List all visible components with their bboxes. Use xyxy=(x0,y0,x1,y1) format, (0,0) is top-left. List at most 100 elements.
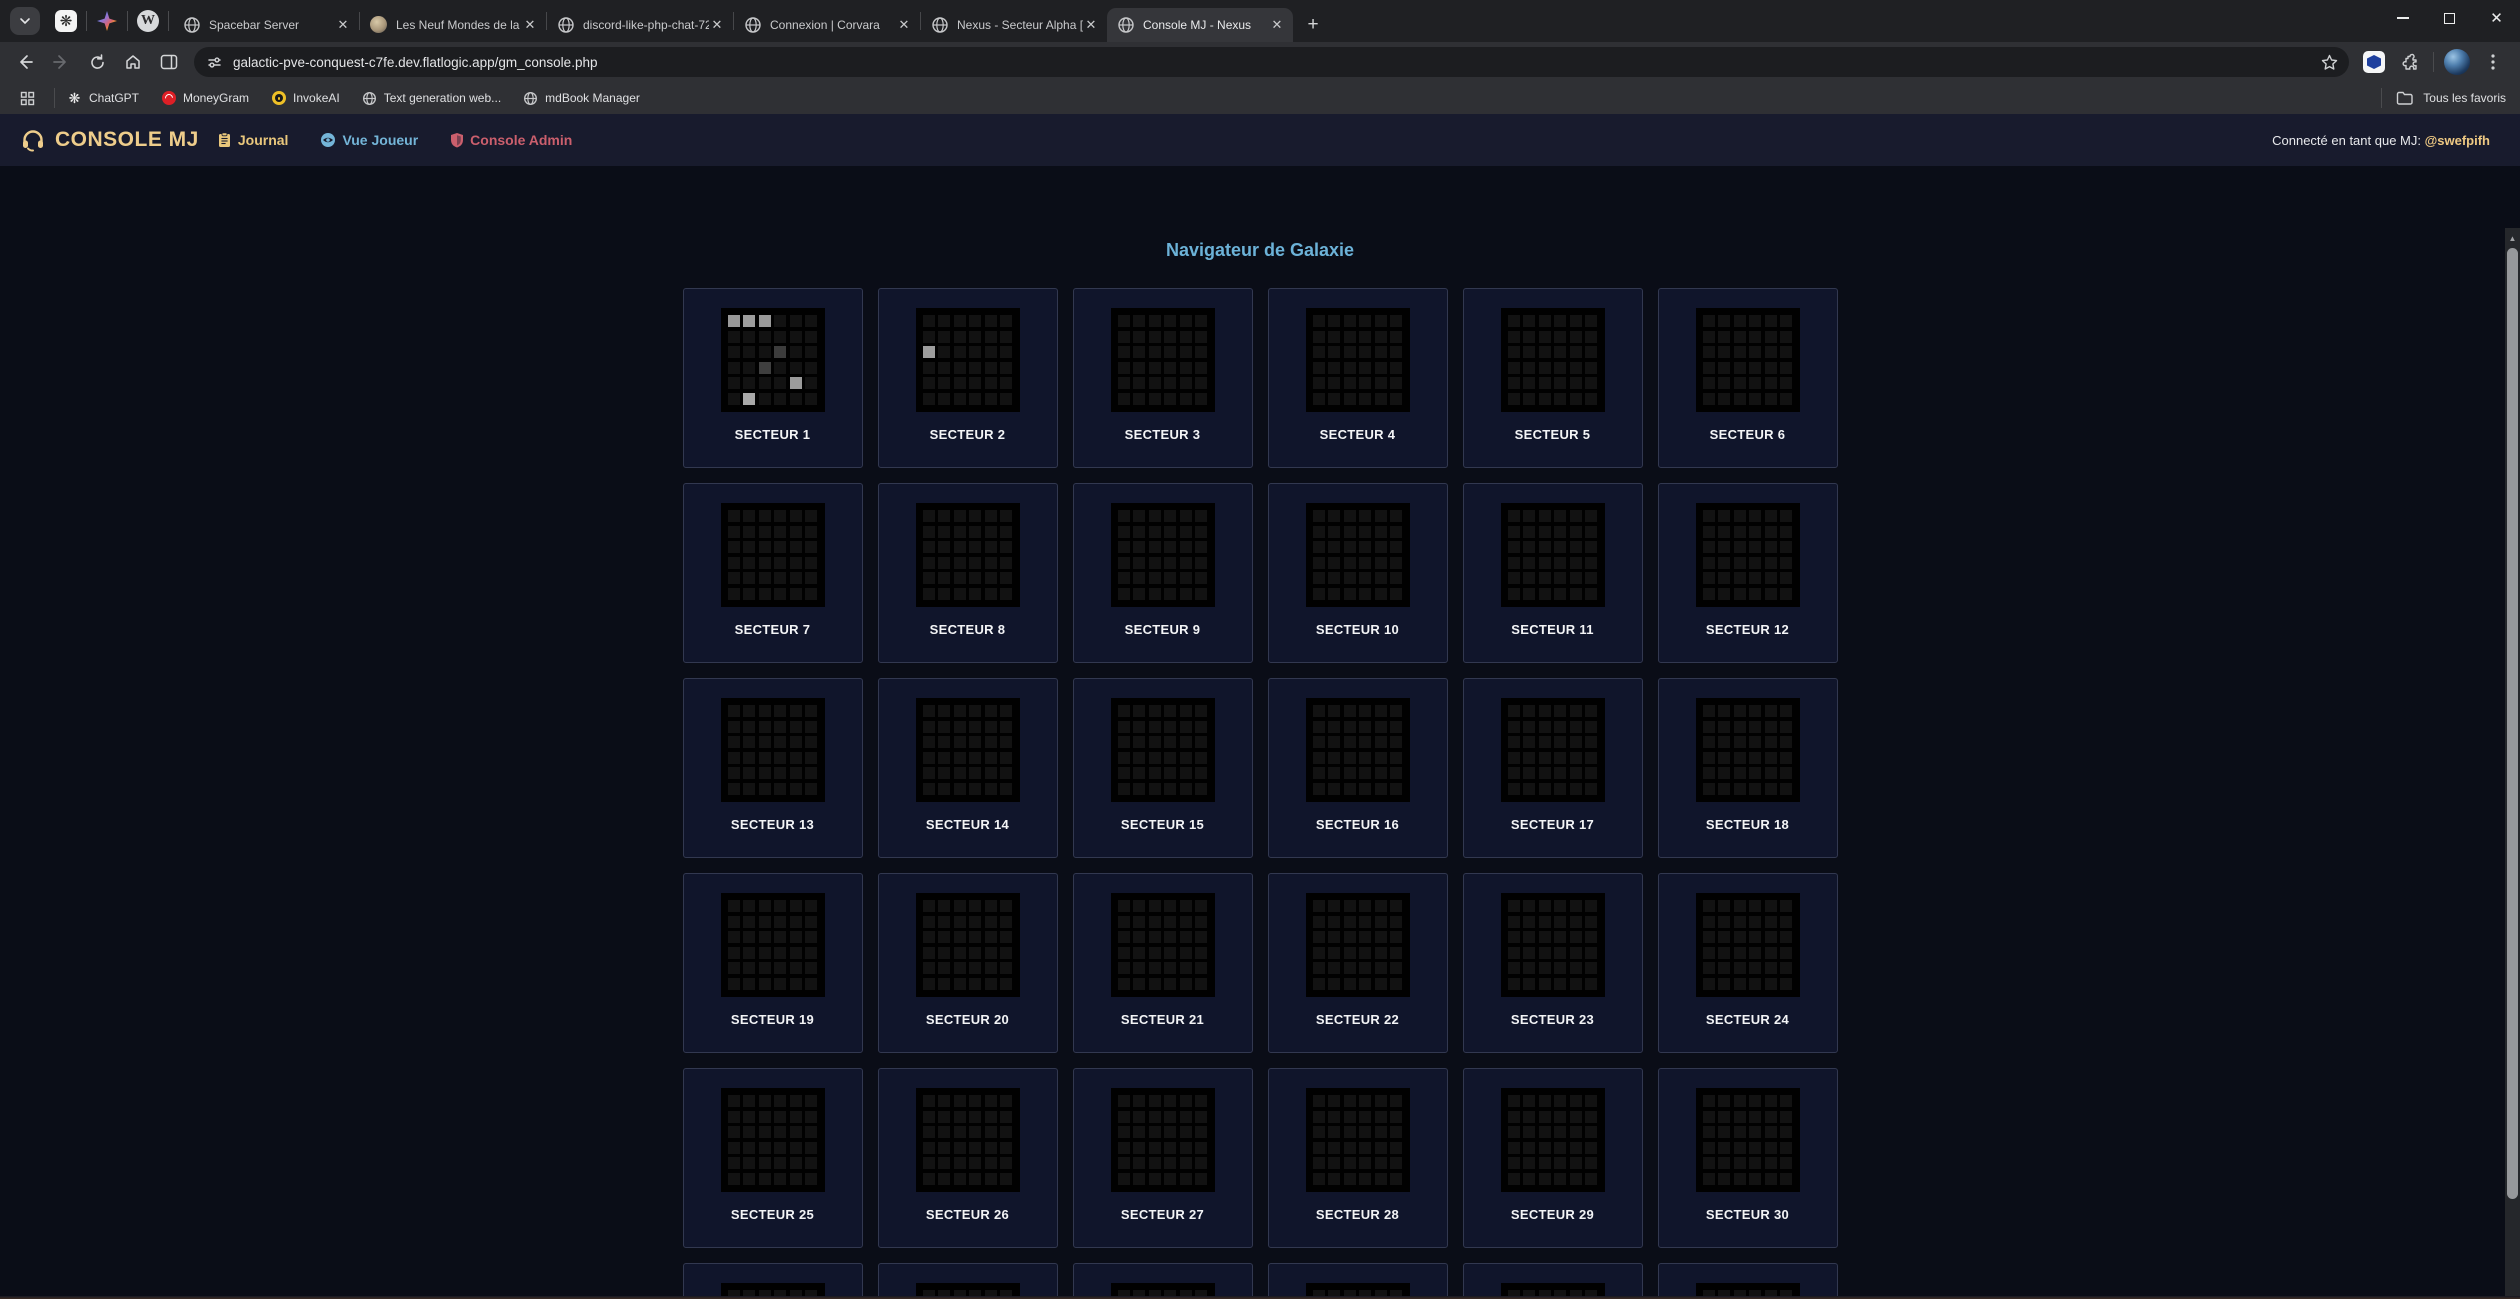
sector-card-24[interactable]: SECTEUR 24 xyxy=(1658,873,1838,1053)
sector-cell xyxy=(743,721,755,733)
sector-card-31[interactable]: SECTEUR 31 xyxy=(683,1263,863,1299)
all-bookmarks-button[interactable]: Tous les favoris xyxy=(2377,88,2506,108)
apps-shortcut-button[interactable] xyxy=(14,85,40,111)
pinned-tab-gemini[interactable] xyxy=(91,5,123,37)
tab-close-button[interactable]: ✕ xyxy=(1269,17,1285,33)
nav-item-vue-joueur[interactable]: Vue Joueur xyxy=(320,132,418,148)
bookmark-item[interactable]: mdBook Manager xyxy=(523,91,640,106)
sector-cell xyxy=(938,541,950,553)
sector-card-3[interactable]: SECTEUR 3 xyxy=(1073,288,1253,468)
sector-card-5[interactable]: SECTEUR 5 xyxy=(1463,288,1643,468)
sector-card-4[interactable]: SECTEUR 4 xyxy=(1268,288,1448,468)
sector-card-1[interactable]: SECTEUR 1 xyxy=(683,288,863,468)
browser-tab[interactable]: Spacebar Server ✕ xyxy=(173,8,359,42)
back-button[interactable] xyxy=(8,45,42,79)
side-panel-button[interactable] xyxy=(152,45,186,79)
bookmark-item[interactable]: InvokeAI xyxy=(271,91,340,106)
sector-cell xyxy=(805,362,817,374)
minimize-button[interactable] xyxy=(2379,0,2426,36)
tab-close-button[interactable]: ✕ xyxy=(709,17,725,33)
scrollbar-up-arrow[interactable]: ▲ xyxy=(2505,230,2520,246)
sector-card-26[interactable]: SECTEUR 26 xyxy=(878,1068,1058,1248)
sector-cell xyxy=(1313,393,1325,405)
sector-card-28[interactable]: SECTEUR 28 xyxy=(1268,1068,1448,1248)
sector-card-2[interactable]: SECTEUR 2 xyxy=(878,288,1058,468)
browser-tab[interactable]: Nexus - Secteur Alpha [G1] ✕ xyxy=(921,8,1107,42)
sector-cell xyxy=(1328,362,1340,374)
sector-card-20[interactable]: SECTEUR 20 xyxy=(878,873,1058,1053)
nav-item-journal[interactable]: Journal xyxy=(217,132,289,148)
sector-cell xyxy=(1570,588,1582,600)
bookmark-item[interactable]: Text generation web... xyxy=(362,91,501,106)
nav-item-console-admin[interactable]: Console Admin xyxy=(450,132,572,148)
forward-button[interactable] xyxy=(44,45,78,79)
sector-card-23[interactable]: SECTEUR 23 xyxy=(1463,873,1643,1053)
sector-card-11[interactable]: SECTEUR 11 xyxy=(1463,483,1643,663)
browser-tab[interactable]: Les Neuf Mondes de la Mythol... ✕ xyxy=(360,8,546,42)
sector-card-17[interactable]: SECTEUR 17 xyxy=(1463,678,1643,858)
sector-card-16[interactable]: SECTEUR 16 xyxy=(1268,678,1448,858)
sector-card-10[interactable]: SECTEUR 10 xyxy=(1268,483,1448,663)
scrollbar-thumb[interactable] xyxy=(2507,248,2518,1199)
sector-card-30[interactable]: SECTEUR 30 xyxy=(1658,1068,1838,1248)
sector-card-22[interactable]: SECTEUR 22 xyxy=(1268,873,1448,1053)
sector-cell xyxy=(1328,767,1340,779)
new-tab-button[interactable]: + xyxy=(1299,11,1327,39)
sector-card-18[interactable]: SECTEUR 18 xyxy=(1658,678,1838,858)
tab-close-button[interactable]: ✕ xyxy=(522,17,538,33)
sector-cell xyxy=(1554,767,1566,779)
sector-card-36[interactable]: SECTEUR 36 xyxy=(1658,1263,1838,1299)
pinned-tab-wordpress[interactable]: W xyxy=(132,5,164,37)
sector-card-9[interactable]: SECTEUR 9 xyxy=(1073,483,1253,663)
sector-card-8[interactable]: SECTEUR 8 xyxy=(878,483,1058,663)
reload-button[interactable] xyxy=(80,45,114,79)
sector-card-27[interactable]: SECTEUR 27 xyxy=(1073,1068,1253,1248)
sector-cell xyxy=(1554,541,1566,553)
sector-cell xyxy=(1164,362,1176,374)
profile-avatar[interactable] xyxy=(2444,49,2470,75)
browser-tab[interactable]: Connexion | Corvara ✕ xyxy=(734,8,920,42)
bookmark-star-icon[interactable] xyxy=(2320,53,2339,72)
maximize-button[interactable] xyxy=(2426,0,2473,36)
sector-card-32[interactable]: SECTEUR 32 xyxy=(878,1263,1058,1299)
pinned-tab-chatgpt[interactable]: ❋ xyxy=(50,5,82,37)
sector-card-21[interactable]: SECTEUR 21 xyxy=(1073,873,1253,1053)
address-bar[interactable]: galactic-pve-conquest-c7fe.dev.flatlogic… xyxy=(194,47,2349,77)
sector-cell xyxy=(1508,736,1520,748)
sector-card-19[interactable]: SECTEUR 19 xyxy=(683,873,863,1053)
sector-cell xyxy=(969,705,981,717)
close-window-button[interactable]: ✕ xyxy=(2473,0,2520,36)
sector-card-34[interactable]: SECTEUR 34 xyxy=(1268,1263,1448,1299)
sector-card-14[interactable]: SECTEUR 14 xyxy=(878,678,1058,858)
sector-cell xyxy=(774,393,786,405)
tab-close-button[interactable]: ✕ xyxy=(335,17,351,33)
home-button[interactable] xyxy=(116,45,150,79)
sector-cell xyxy=(985,377,997,389)
bookmark-item[interactable]: ❋ ChatGPT xyxy=(67,91,139,106)
sector-cell xyxy=(1149,767,1161,779)
bookmark-item[interactable]: MoneyGram xyxy=(161,91,249,106)
page-scrollbar[interactable]: ▲ ▼ xyxy=(2505,228,2520,1299)
browser-menu-button[interactable] xyxy=(2476,45,2510,79)
tab-close-button[interactable]: ✕ xyxy=(1083,17,1099,33)
sector-card-6[interactable]: SECTEUR 6 xyxy=(1658,288,1838,468)
sector-card-12[interactable]: SECTEUR 12 xyxy=(1658,483,1838,663)
sector-cell xyxy=(1539,931,1551,943)
sector-card-15[interactable]: SECTEUR 15 xyxy=(1073,678,1253,858)
sector-cell xyxy=(1390,557,1402,569)
sector-cell xyxy=(1585,752,1597,764)
sector-minimap xyxy=(916,893,1020,997)
sector-card-7[interactable]: SECTEUR 7 xyxy=(683,483,863,663)
tab-search-button[interactable] xyxy=(10,7,40,35)
tab-close-button[interactable]: ✕ xyxy=(896,17,912,33)
browser-tab[interactable]: Console MJ - Nexus ✕ xyxy=(1107,8,1293,42)
sector-card-35[interactable]: SECTEUR 35 xyxy=(1463,1263,1643,1299)
sector-card-25[interactable]: SECTEUR 25 xyxy=(683,1068,863,1248)
sector-card-33[interactable]: SECTEUR 33 xyxy=(1073,1263,1253,1299)
sector-card-29[interactable]: SECTEUR 29 xyxy=(1463,1068,1643,1248)
browser-tab[interactable]: discord-like-php-chat-7262.de... ✕ xyxy=(547,8,733,42)
sector-cell xyxy=(985,362,997,374)
devtools-extension-button[interactable] xyxy=(2357,45,2391,79)
sector-card-13[interactable]: SECTEUR 13 xyxy=(683,678,863,858)
extensions-button[interactable] xyxy=(2393,45,2427,79)
